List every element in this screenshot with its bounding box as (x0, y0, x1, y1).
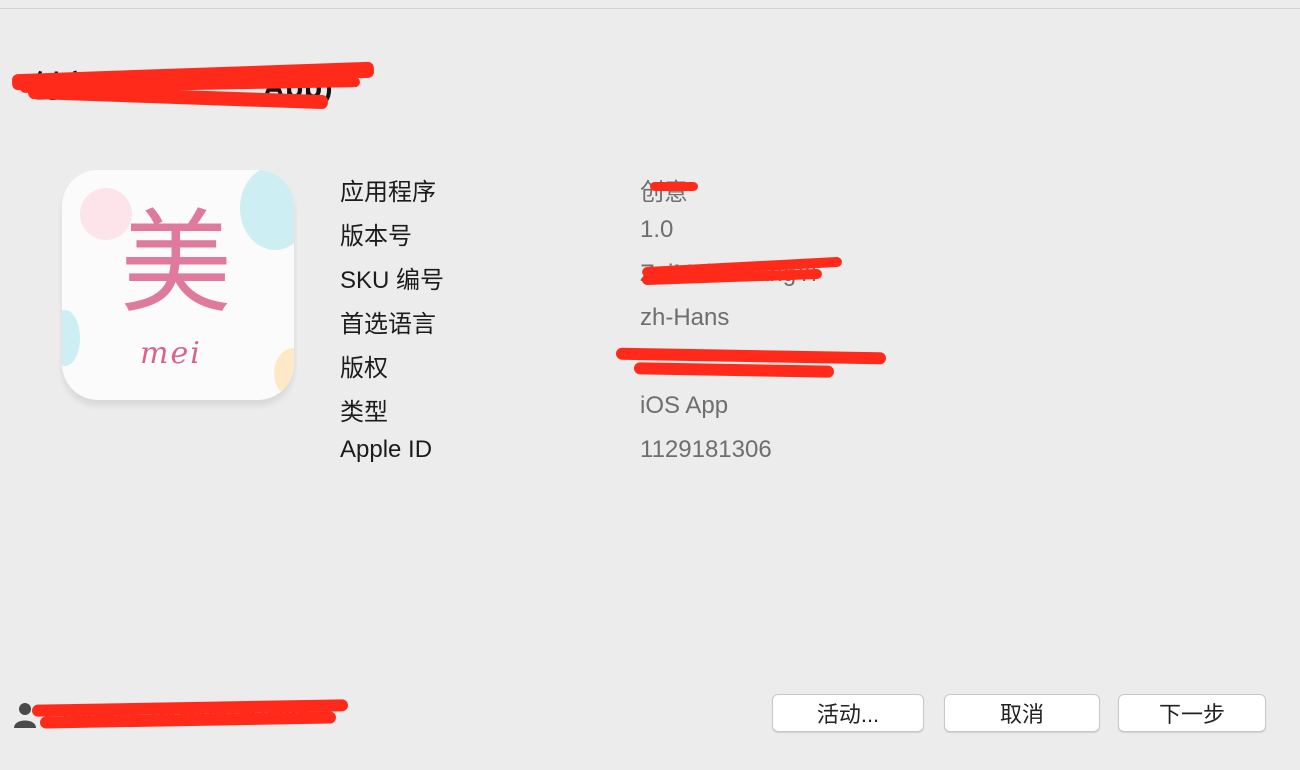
info-row-type: 类型 iOS App (340, 392, 1100, 426)
info-row-version: 版本号 1.0 (340, 216, 1100, 250)
info-row-app: 应用程序 创意 (340, 172, 1100, 206)
info-label-sku: SKU 编号 (340, 267, 445, 294)
icon-glyph: 美 (120, 199, 232, 329)
next-button[interactable]: 下一步 (1118, 694, 1266, 732)
info-row-copyright: 版权 ______________ (340, 348, 1100, 382)
info-label-type: 类型 (340, 399, 388, 426)
icon-blob-yellow (274, 348, 294, 398)
app-heading: 创意__________App) (30, 71, 334, 104)
icon-wordmark: mei (140, 336, 202, 371)
info-value-version: 1.0 (640, 216, 674, 243)
info-label-apple-id: Apple ID (340, 436, 433, 463)
icon-blob-cyan-top (240, 170, 294, 250)
info-row-apple-id: Apple ID 1129181306 (340, 436, 1100, 468)
info-row-sku: SKU 编号 ZuiMeiChuangYi (340, 260, 1100, 294)
cancel-button[interactable]: 取消 (944, 694, 1100, 732)
upload-dialog-window: 创意__________App) 美 mei 应用程序 创意 版本号 1.0 S… (0, 0, 1300, 770)
window-titlebar (0, 0, 1300, 9)
info-value-type: iOS App (640, 392, 729, 419)
app-icon: 美 mei (62, 170, 294, 400)
account-email: zyiceuu_1000@100.com (60, 702, 303, 727)
info-label-copyright: 版权 (340, 355, 388, 382)
info-value-apple-id: 1129181306 (640, 436, 772, 463)
info-label-app: 应用程序 (340, 179, 436, 206)
info-value-sku: ZuiMeiChuangYi (640, 260, 817, 287)
info-row-language: 首选语言 zh-Hans (340, 304, 1100, 338)
info-value-app: 创意 (640, 179, 688, 206)
user-silhouette-icon (14, 703, 36, 728)
info-label-version: 版本号 (340, 223, 412, 250)
info-label-language: 首选语言 (340, 311, 436, 338)
info-value-copyright: ______________ (640, 348, 827, 375)
activity-button[interactable]: 活动... (772, 694, 924, 732)
info-value-language: zh-Hans (640, 304, 730, 331)
icon-blob-cyan-left (62, 310, 80, 366)
